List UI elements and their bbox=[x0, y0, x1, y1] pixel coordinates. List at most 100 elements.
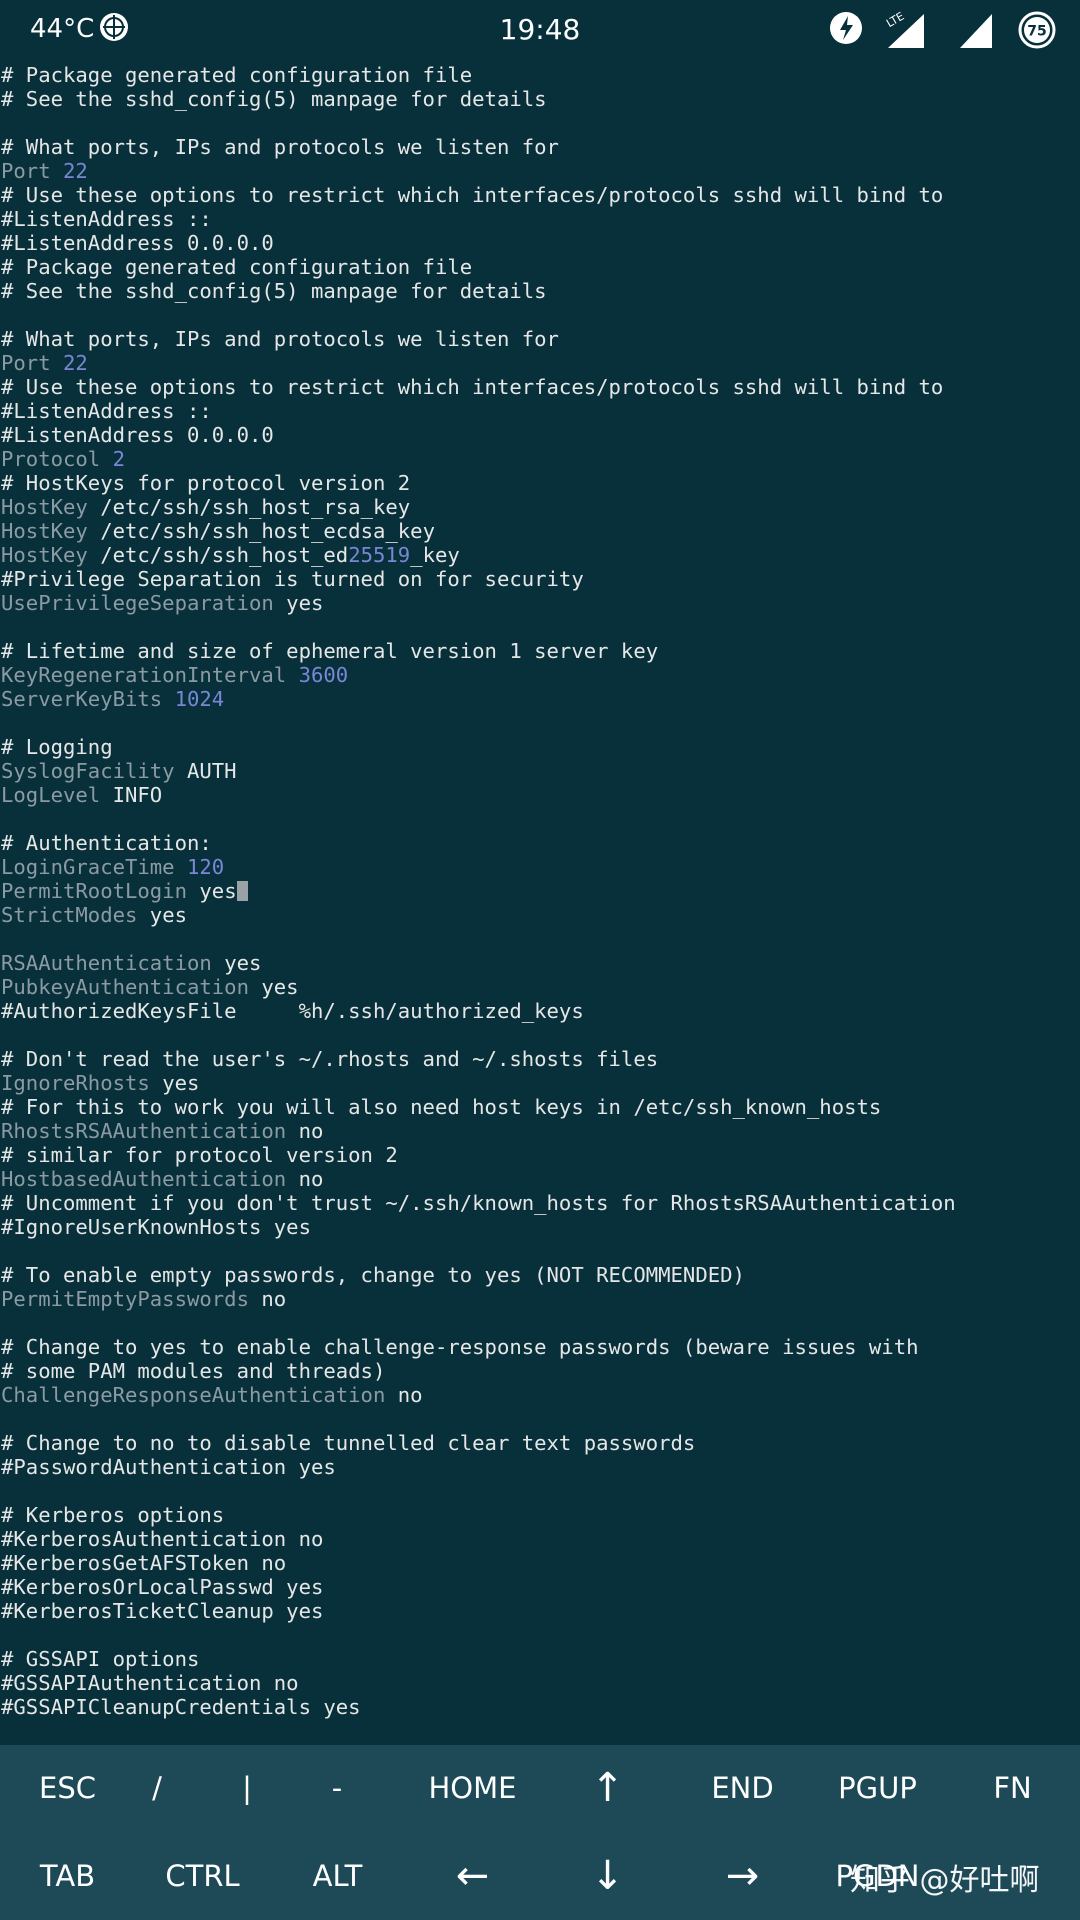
terminal-text-segment: RhostsRSAAuthentication bbox=[1, 1119, 299, 1143]
terminal-text-segment: Protocol bbox=[1, 447, 113, 471]
terminal-line: SyslogFacility AUTH bbox=[0, 759, 1080, 783]
arrow-up-key[interactable]: ↑ bbox=[540, 1745, 675, 1832]
terminal-text-segment: #IgnoreUserKnownHosts yes bbox=[1, 1215, 311, 1239]
terminal-text-segment: Port bbox=[1, 351, 63, 375]
terminal-text-segment: /etc/ssh/ssh_host_rsa_key bbox=[100, 495, 411, 519]
terminal-text-segment: # What ports, IPs and protocols we liste… bbox=[1, 327, 559, 351]
terminal-text-segment: # Change to no to disable tunnelled clea… bbox=[1, 1431, 696, 1455]
terminal-line: StrictModes yes bbox=[0, 903, 1080, 927]
svg-text:75: 75 bbox=[1027, 24, 1046, 40]
terminal-line: #KerberosAuthentication no bbox=[0, 1527, 1080, 1551]
wifi-signal-icon bbox=[958, 10, 994, 50]
terminal-text-segment: # Use these options to restrict which in… bbox=[1, 183, 944, 207]
terminal-text-segment: # Don't read the user's ~/.rhosts and ~/… bbox=[1, 1047, 659, 1071]
terminal-text-segment: # Package generated configuration file bbox=[1, 63, 473, 87]
terminal-text-segment: #ListenAddress 0.0.0.0 bbox=[1, 423, 274, 447]
terminal-line: UsePrivilegeSeparation yes bbox=[0, 591, 1080, 615]
terminal-line: #KerberosOrLocalPasswd yes bbox=[0, 1575, 1080, 1599]
alt-key[interactable]: ALT bbox=[270, 1833, 405, 1920]
arrow-right-key[interactable]: → bbox=[675, 1833, 810, 1920]
pgup-key[interactable]: PGUP bbox=[810, 1745, 945, 1832]
terminal-line: # See the sshd_config(5) manpage for det… bbox=[0, 279, 1080, 303]
terminal-line: #ListenAddress 0.0.0.0 bbox=[0, 231, 1080, 255]
terminal-text-segment: #GSSAPICleanupCredentials yes bbox=[1, 1695, 361, 1719]
terminal-text-segment: # To enable empty passwords, change to y… bbox=[1, 1263, 745, 1287]
end-key[interactable]: END bbox=[675, 1745, 810, 1832]
terminal-text-segment: #AuthorizedKeysFile %h/.ssh/authorized_k… bbox=[1, 999, 584, 1023]
terminal-line: # Package generated configuration file bbox=[0, 255, 1080, 279]
status-bar: 44°C 19:48 LTE 75 bbox=[0, 0, 1080, 60]
terminal-line: # some PAM modules and threads) bbox=[0, 1359, 1080, 1383]
terminal-line: RhostsRSAAuthentication no bbox=[0, 1119, 1080, 1143]
tab-key[interactable]: TAB bbox=[0, 1833, 135, 1920]
terminal-line: #AuthorizedKeysFile %h/.ssh/authorized_k… bbox=[0, 999, 1080, 1023]
terminal-line: HostKey /etc/ssh/ssh_host_ed25519_key bbox=[0, 543, 1080, 567]
terminal-line: # HostKeys for protocol version 2 bbox=[0, 471, 1080, 495]
terminal-line: # Use these options to restrict which in… bbox=[0, 375, 1080, 399]
terminal-text-segment: # See the sshd_config(5) manpage for det… bbox=[1, 279, 547, 303]
terminal-text-segment: StrictModes bbox=[1, 903, 150, 927]
terminal-text-segment: # Kerberos options bbox=[1, 1503, 225, 1527]
terminal-line: # Lifetime and size of ephemeral version… bbox=[0, 639, 1080, 663]
terminal-line: # Logging bbox=[0, 735, 1080, 759]
terminal-text-segment: # GSSAPI options bbox=[1, 1647, 200, 1671]
terminal-text-segment: # Use these options to restrict which in… bbox=[1, 375, 944, 399]
terminal-text-segment: yes bbox=[199, 879, 237, 903]
terminal-text-segment: ChallengeResponseAuthentication bbox=[1, 1383, 398, 1407]
terminal-line: # Uncomment if you don't trust ~/.ssh/kn… bbox=[0, 1191, 1080, 1215]
terminal-view[interactable]: # Package generated configuration file # … bbox=[0, 63, 1080, 1743]
ctrl-key[interactable]: CTRL bbox=[135, 1833, 270, 1920]
terminal-text-segment: RSAAuthentication bbox=[1, 951, 225, 975]
terminal-text-segment: 120 bbox=[186, 855, 225, 879]
terminal-text-segment: #Privilege Separation is turned on for s… bbox=[1, 567, 584, 591]
terminal-line: # What ports, IPs and protocols we liste… bbox=[0, 327, 1080, 351]
arrow-down-key[interactable]: ↓ bbox=[540, 1833, 675, 1920]
terminal-text-segment: PubkeyAuthentication bbox=[1, 975, 262, 999]
terminal-line: Port 22 bbox=[0, 351, 1080, 375]
terminal-text-segment: 22 bbox=[63, 159, 88, 183]
fn-key[interactable]: FN bbox=[945, 1745, 1080, 1832]
terminal-line: LogLevel INFO bbox=[0, 783, 1080, 807]
watermark-text: 知乎 @好吐啊 bbox=[850, 1863, 1040, 1898]
dash-key[interactable]: - bbox=[292, 1745, 382, 1832]
terminal-line: PubkeyAuthentication yes bbox=[0, 975, 1080, 999]
terminal-line: IgnoreRhosts yes bbox=[0, 1071, 1080, 1095]
terminal-text-segment: HostbasedAuthentication bbox=[1, 1167, 299, 1191]
terminal-text-segment: no bbox=[397, 1383, 423, 1407]
terminal-line: Protocol 2 bbox=[0, 447, 1080, 471]
terminal-text-segment: 3600 bbox=[298, 663, 349, 687]
terminal-text-segment: yes bbox=[162, 1071, 200, 1095]
slash-key[interactable]: / bbox=[112, 1745, 202, 1832]
terminal-line: HostKey /etc/ssh/ssh_host_ecdsa_key bbox=[0, 519, 1080, 543]
terminal-text-segment: UsePrivilegeSeparation bbox=[1, 591, 287, 615]
terminal-text-segment: no bbox=[261, 1287, 287, 1311]
terminal-line: # Use these options to restrict which in… bbox=[0, 183, 1080, 207]
terminal-text-segment: # What ports, IPs and protocols we liste… bbox=[1, 135, 559, 159]
terminal-line: # Kerberos options bbox=[0, 1503, 1080, 1527]
terminal-line: # similar for protocol version 2 bbox=[0, 1143, 1080, 1167]
power-saving-icon bbox=[828, 10, 864, 46]
terminal-line: RSAAuthentication yes bbox=[0, 951, 1080, 975]
arrow-left-key[interactable]: ← bbox=[405, 1833, 540, 1920]
terminal-text-segment: # Lifetime and size of ephemeral version… bbox=[1, 639, 659, 663]
pipe-key[interactable]: | bbox=[202, 1745, 292, 1832]
terminal-text-segment: #ListenAddress :: bbox=[1, 207, 212, 231]
terminal-line: #IgnoreUserKnownHosts yes bbox=[0, 1215, 1080, 1239]
terminal-line: ChallengeResponseAuthentication no bbox=[0, 1383, 1080, 1407]
terminal-line: #KerberosTicketCleanup yes bbox=[0, 1599, 1080, 1623]
terminal-line: # GSSAPI options bbox=[0, 1647, 1080, 1671]
terminal-text-segment: #KerberosTicketCleanup yes bbox=[1, 1599, 324, 1623]
terminal-line: #ListenAddress :: bbox=[0, 207, 1080, 231]
home-key[interactable]: HOME bbox=[405, 1745, 540, 1832]
terminal-text-segment: #KerberosGetAFSToken no bbox=[1, 1551, 287, 1575]
terminal-text-segment: # Uncomment if you don't trust ~/.ssh/kn… bbox=[1, 1191, 956, 1215]
terminal-text-segment: #PasswordAuthentication yes bbox=[1, 1455, 336, 1479]
terminal-text-segment: # HostKeys for protocol version 2 bbox=[1, 471, 411, 495]
terminal-line: #Privilege Separation is turned on for s… bbox=[0, 567, 1080, 591]
terminal-line: HostbasedAuthentication no bbox=[0, 1167, 1080, 1191]
terminal-line: KeyRegenerationInterval 3600 bbox=[0, 663, 1080, 687]
